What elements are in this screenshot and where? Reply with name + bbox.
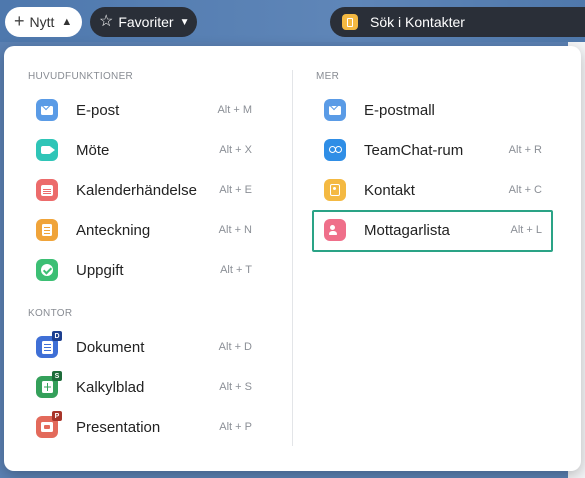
search-placeholder: Sök i Kontakter	[370, 14, 465, 30]
menu-item-contact[interactable]: Kontakt Alt + C	[324, 173, 542, 207]
chevron-down-icon: ▼	[179, 16, 190, 28]
menu-item-meeting[interactable]: Möte Alt + X	[36, 133, 252, 167]
menu-item-shortcut: Alt + P	[219, 421, 252, 433]
presentation-badge: P	[52, 411, 62, 421]
mail-icon	[36, 99, 58, 121]
search-contacts-input[interactable]: Sök i Kontakter	[330, 7, 585, 37]
chevron-up-icon: ▲	[61, 16, 73, 28]
section-title-office: KONTOR	[28, 308, 73, 319]
menu-item-shortcut: Alt + D	[218, 341, 252, 353]
menu-item-shortcut: Alt + N	[218, 224, 252, 236]
section-title-main-functions: HUVUDFUNKTIONER	[28, 71, 134, 82]
menu-item-email[interactable]: E-post Alt + M	[36, 93, 252, 127]
star-icon: ☆	[99, 13, 114, 30]
menu-item-label: Möte	[76, 141, 110, 159]
spreadsheet-badge: S	[52, 371, 62, 381]
calendar-icon	[36, 179, 58, 201]
new-button-label: Nytt	[29, 14, 55, 30]
note-icon	[36, 219, 58, 241]
menu-item-presentation[interactable]: P Presentation Alt + P	[36, 410, 252, 444]
menu-item-label: TeamChat-rum	[364, 141, 464, 159]
menu-item-document[interactable]: D Dokument Alt + D	[36, 330, 252, 364]
selection-highlight	[312, 210, 553, 252]
presentation-icon: P	[36, 411, 62, 438]
teamchat-icon	[324, 139, 346, 161]
contact-book-icon	[324, 179, 346, 201]
menu-item-shortcut: Alt + S	[219, 381, 252, 393]
video-icon	[36, 139, 58, 161]
mail-template-icon	[324, 99, 346, 121]
menu-item-note[interactable]: Anteckning Alt + N	[36, 213, 252, 247]
menu-item-spreadsheet[interactable]: S Kalkylblad Alt + S	[36, 370, 252, 404]
menu-item-label: E-postmall	[364, 101, 435, 119]
menu-item-label: Kalenderhändelse	[76, 181, 197, 199]
favorites-button[interactable]: ☆ Favoriter ▼	[90, 7, 197, 37]
spreadsheet-icon: S	[36, 371, 62, 398]
column-divider	[292, 70, 293, 446]
menu-item-label: Presentation	[76, 418, 161, 436]
menu-item-shortcut: Alt + R	[508, 144, 542, 156]
document-badge: D	[52, 331, 62, 341]
contacts-app-icon	[342, 14, 358, 30]
menu-item-shortcut: Alt + X	[219, 144, 252, 156]
section-title-more: MER	[316, 71, 340, 82]
menu-item-shortcut: Alt + E	[219, 184, 252, 196]
menu-item-calendar-event[interactable]: Kalenderhändelse Alt + E	[36, 173, 252, 207]
menu-item-label: Uppgift	[76, 261, 124, 279]
menu-item-label: Dokument	[76, 338, 145, 356]
task-check-icon	[36, 259, 58, 281]
menu-item-shortcut: Alt + T	[220, 264, 252, 276]
plus-icon: +	[14, 11, 25, 31]
menu-item-label: Kontakt	[364, 181, 415, 199]
menu-item-email-template[interactable]: E-postmall	[324, 93, 542, 127]
menu-item-task[interactable]: Uppgift Alt + T	[36, 253, 252, 287]
menu-item-teamchat-room[interactable]: TeamChat-rum Alt + R	[324, 133, 542, 167]
favorites-button-label: Favoriter	[118, 14, 174, 30]
new-button[interactable]: + Nytt ▲	[5, 7, 82, 37]
document-icon: D	[36, 331, 62, 358]
menu-item-shortcut: Alt + M	[217, 104, 252, 116]
menu-item-label: E-post	[76, 101, 120, 119]
menu-item-label: Kalkylblad	[76, 378, 145, 396]
menu-item-label: Anteckning	[76, 221, 151, 239]
menu-item-shortcut: Alt + C	[508, 184, 542, 196]
new-item-dropdown: HUVUDFUNKTIONER KONTOR MER E-post Alt + …	[4, 46, 581, 471]
